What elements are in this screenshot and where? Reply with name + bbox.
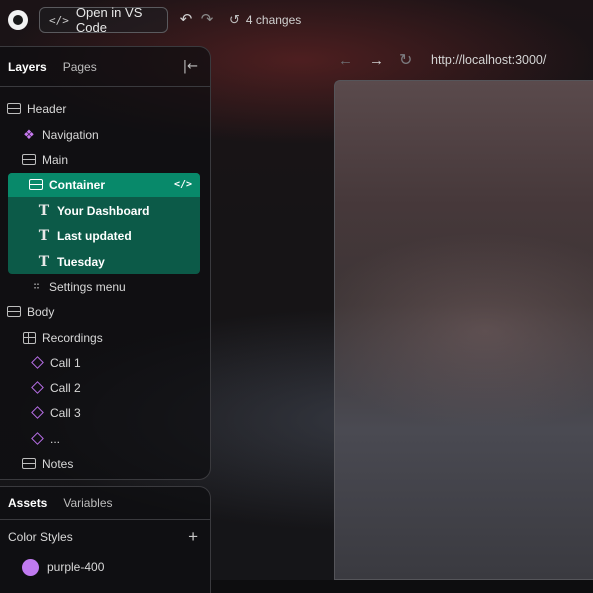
- layer-label: Tuesday: [57, 254, 105, 269]
- layer-label: Call 3: [50, 405, 81, 420]
- grid-icon: [22, 331, 36, 345]
- layer-label: Body: [27, 304, 55, 319]
- instance-icon: [30, 381, 44, 395]
- layer-tuesday[interactable]: T Tuesday: [0, 249, 211, 274]
- open-in-vscode-label: Open in VS Code: [75, 5, 143, 35]
- layer-label: Call 2: [50, 380, 81, 395]
- layer-label: Last updated: [57, 228, 132, 243]
- layers-panel-tabs: Layers Pages |←: [0, 47, 210, 87]
- back-arrow-icon[interactable]: ←: [338, 52, 353, 70]
- frame-icon: [7, 305, 21, 319]
- layer-label: Header: [27, 101, 67, 116]
- frame-icon: [22, 153, 36, 167]
- open-in-vscode-button[interactable]: </> Open in VS Code: [39, 5, 168, 35]
- color-style-name: purple-400: [47, 560, 105, 574]
- logo-mark: [13, 15, 23, 25]
- bottom-strip: [211, 580, 593, 593]
- frame-icon: [29, 178, 43, 192]
- layer-settings-menu[interactable]: ∷ Settings menu: [0, 274, 211, 299]
- forward-arrow-icon[interactable]: →: [369, 52, 384, 70]
- assets-panel: Assets Variables Color Styles + purple-4…: [0, 486, 211, 593]
- layer-call-1[interactable]: Call 1: [0, 350, 211, 375]
- tab-variables[interactable]: Variables: [63, 496, 112, 510]
- changes-count: 4 changes: [245, 13, 302, 27]
- layer-label: Recordings: [42, 330, 103, 345]
- tab-layers[interactable]: Layers: [8, 60, 47, 74]
- collapse-panel-icon[interactable]: |←: [183, 59, 198, 74]
- layer-label: Navigation: [42, 127, 99, 142]
- assets-panel-tabs: Assets Variables: [0, 487, 210, 520]
- dashed-frame-icon: ∷: [33, 281, 39, 292]
- text-icon: T: [38, 253, 50, 270]
- tab-assets[interactable]: Assets: [8, 496, 47, 510]
- layer-last-updated[interactable]: T Last updated: [0, 223, 211, 248]
- frame-icon: [22, 457, 36, 471]
- layer-call-2[interactable]: Call 2: [0, 375, 211, 400]
- app-logo[interactable]: [8, 10, 28, 30]
- add-color-icon[interactable]: +: [188, 528, 198, 545]
- layer-label: Container: [49, 177, 106, 192]
- tab-pages[interactable]: Pages: [63, 60, 97, 74]
- layer-label: Your Dashboard: [57, 203, 150, 218]
- layer-your-dashboard[interactable]: T Your Dashboard: [0, 198, 211, 223]
- instance-icon: [30, 406, 44, 420]
- browser-preview-canvas[interactable]: [334, 80, 593, 580]
- layer-more[interactable]: ...: [0, 426, 211, 451]
- text-icon: T: [38, 227, 50, 244]
- layer-header[interactable]: Header: [0, 96, 211, 121]
- layer-label: Notes: [42, 456, 74, 471]
- frame-icon: [7, 102, 21, 116]
- layer-main[interactable]: Main: [0, 147, 211, 172]
- layer-label: Main: [42, 152, 69, 167]
- text-icon: T: [38, 202, 50, 219]
- redo-icon[interactable]: ↷: [199, 12, 215, 28]
- top-toolbar: </> Open in VS Code ↶ ↷ ↺ 4 changes: [0, 0, 593, 40]
- changes-history-button[interactable]: ↺ 4 changes: [229, 12, 301, 28]
- layer-call-3[interactable]: Call 3: [0, 400, 211, 425]
- layer-label: Call 1: [50, 355, 81, 370]
- reload-icon[interactable]: ↻: [399, 52, 412, 70]
- layer-container[interactable]: Container </>: [0, 172, 211, 197]
- instance-icon: [30, 432, 44, 446]
- color-style-item[interactable]: purple-400: [0, 554, 210, 580]
- url-bar[interactable]: http://localhost:3000/: [431, 53, 546, 67]
- code-badge-icon[interactable]: </>: [174, 179, 192, 190]
- color-swatch: [22, 558, 39, 576]
- code-icon: </>: [49, 13, 69, 27]
- component-icon: ❖: [23, 126, 35, 142]
- undo-icon[interactable]: ↶: [178, 12, 194, 28]
- layer-label: ...: [50, 431, 61, 446]
- history-icon: ↺: [229, 12, 240, 27]
- layer-navigation[interactable]: ❖ Navigation: [0, 122, 211, 147]
- layer-label: Settings menu: [49, 279, 126, 294]
- layer-recordings[interactable]: Recordings: [0, 325, 211, 350]
- layer-body[interactable]: Body: [0, 299, 211, 324]
- layer-notes[interactable]: Notes: [0, 451, 211, 476]
- color-styles-title: Color Styles: [8, 530, 73, 544]
- color-styles-header: Color Styles +: [0, 520, 210, 554]
- instance-icon: [30, 356, 44, 370]
- layers-panel: Layers Pages |← Header ❖ Navigation Main…: [0, 46, 211, 480]
